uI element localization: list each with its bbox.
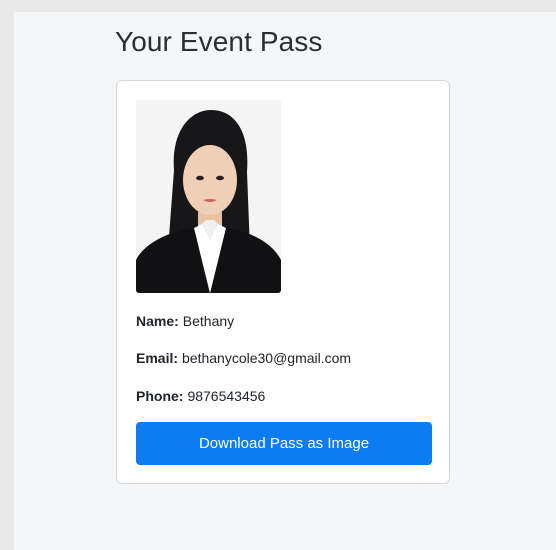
phone-field: Phone: 9876543456 xyxy=(136,388,265,404)
event-pass-card: Name: Bethany Email: bethanycole30@gmail.c… xyxy=(116,80,450,484)
page-background: Your Event Pass Name: Bethany Email: bet… xyxy=(14,12,556,550)
page-title: Your Event Pass xyxy=(115,26,323,57)
download-pass-button[interactable]: Download Pass as Image xyxy=(136,422,432,465)
attendee-photo xyxy=(136,100,281,293)
phone-label: Phone: xyxy=(136,388,184,404)
name-value: Bethany xyxy=(182,313,235,329)
email-field: Email: bethanycole30@gmail.com xyxy=(136,350,351,366)
phone-value: 9876543456 xyxy=(187,388,266,404)
email-label: Email: xyxy=(136,350,179,366)
person-photo-icon xyxy=(136,100,281,293)
name-field: Name: Bethany xyxy=(136,313,234,329)
email-value: bethanycole30@gmail.com xyxy=(182,350,352,366)
name-label: Name: xyxy=(136,313,179,329)
